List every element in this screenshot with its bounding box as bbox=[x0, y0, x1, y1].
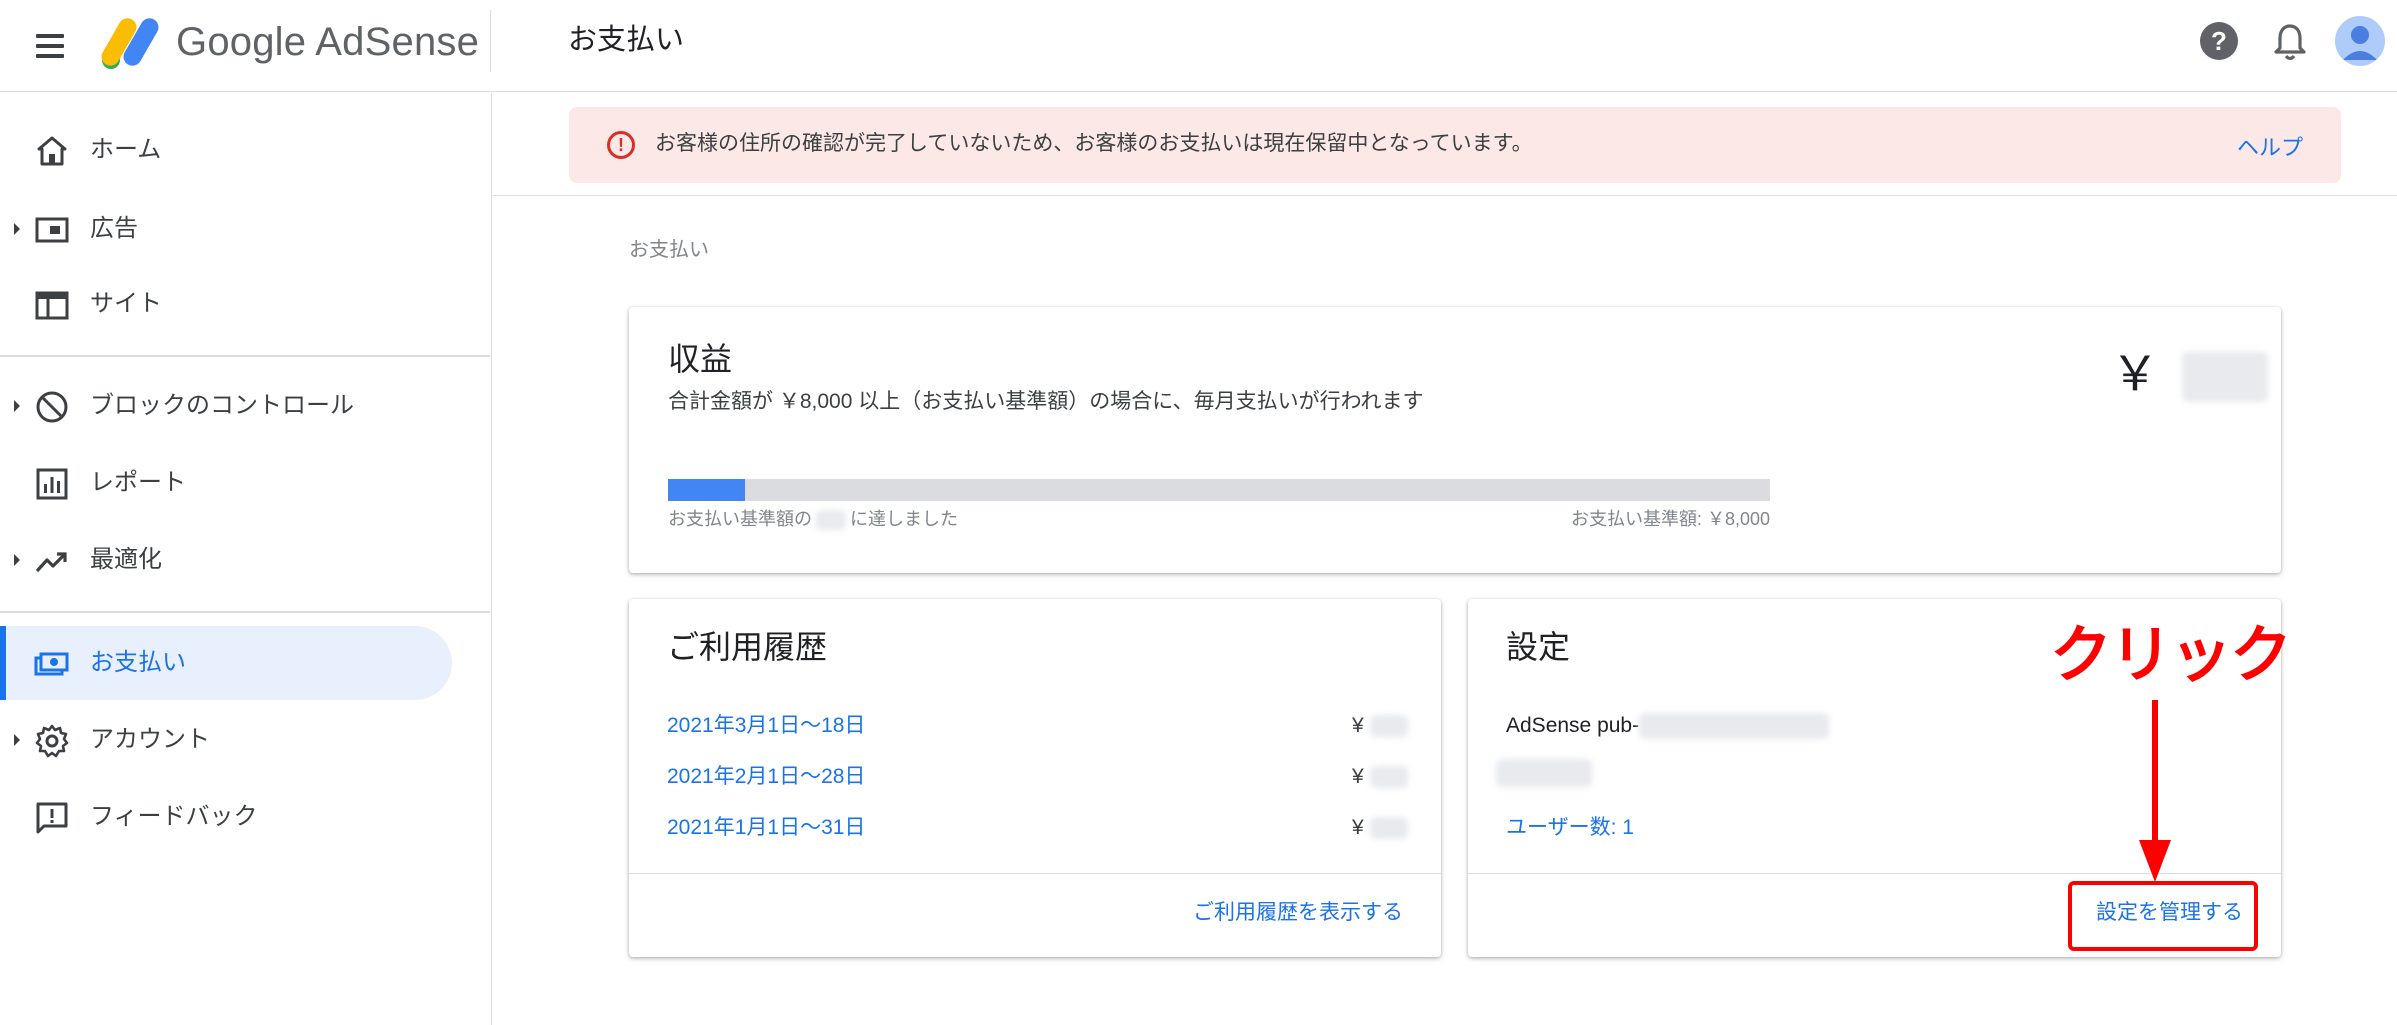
sidebar-item-optimization[interactable]: 最適化 bbox=[0, 523, 452, 597]
expand-caret-icon[interactable] bbox=[14, 400, 20, 412]
notifications-bell-icon[interactable] bbox=[2270, 20, 2310, 64]
history-row-amount: ¥ bbox=[1352, 762, 1408, 792]
sidebar-item-reports[interactable]: レポート bbox=[0, 446, 452, 520]
sidebar-item-label: ブロックのコントロール bbox=[90, 392, 354, 419]
progress-status-suffix: に達しました bbox=[850, 509, 958, 529]
avatar-person-icon bbox=[2335, 16, 2385, 66]
sidebar-item-label: お支払い bbox=[90, 649, 186, 676]
sidebar-item-label: サイト bbox=[90, 290, 162, 317]
history-title: ご利用履歴 bbox=[667, 629, 828, 665]
publisher-id: AdSense pub- bbox=[1506, 711, 1830, 741]
block-icon bbox=[36, 391, 68, 423]
progress-fill bbox=[668, 479, 746, 501]
redacted-amount bbox=[1369, 817, 1408, 840]
publisher-prefix: AdSense pub- bbox=[1506, 714, 1640, 737]
users-link[interactable]: ユーザー数: 1 bbox=[1506, 813, 1634, 843]
expand-caret-icon[interactable] bbox=[14, 734, 20, 746]
help-icon[interactable]: ? bbox=[2200, 22, 2238, 60]
menu-icon[interactable] bbox=[30, 24, 74, 68]
earnings-description: 合計金額が ￥8,000 以上（お支払い基準額）の場合に、毎月支払いが行われます bbox=[668, 390, 1424, 413]
annotation-arrow-icon bbox=[2139, 700, 2171, 882]
sidebar-item-label: レポート bbox=[90, 469, 186, 496]
expand-caret-icon[interactable] bbox=[14, 223, 20, 235]
redacted-amount bbox=[1369, 715, 1408, 738]
payment-hold-alert: ! お客様の住所の確認が完了していないため、お客様のお支払いは現在保留中となって… bbox=[569, 107, 2341, 183]
currency-symbol: ¥ bbox=[1352, 816, 1364, 839]
sidebar-divider bbox=[0, 355, 490, 357]
history-card: ご利用履歴 2021年3月1日～18日 ¥ 2021年2月1日～28日 ¥ 20… bbox=[629, 599, 1441, 957]
history-row-link[interactable]: 2021年1月1日～31日 bbox=[667, 813, 865, 843]
sidebar-item-feedback[interactable]: フィードバック bbox=[0, 780, 452, 854]
sidebar-divider bbox=[0, 611, 490, 613]
payments-icon bbox=[34, 652, 69, 676]
breadcrumb: お支払い bbox=[629, 239, 709, 261]
account-avatar[interactable] bbox=[2335, 16, 2385, 66]
history-row-link[interactable]: 2021年3月1日～18日 bbox=[667, 711, 865, 741]
redacted-amount bbox=[2182, 352, 2269, 403]
brand-name[interactable]: Google AdSense bbox=[176, 16, 479, 68]
history-row-link[interactable]: 2021年2月1日～28日 bbox=[667, 762, 865, 792]
error-icon: ! bbox=[607, 131, 635, 159]
gear-icon bbox=[35, 724, 69, 758]
view-history-link[interactable]: ご利用履歴を表示する bbox=[1193, 898, 1403, 928]
page-title: お支払い bbox=[568, 24, 685, 56]
sites-icon bbox=[35, 291, 69, 320]
sidebar-item-sites[interactable]: サイト bbox=[0, 267, 452, 341]
sidebar-item-label: アカウント bbox=[90, 726, 210, 753]
feedback-icon bbox=[36, 802, 68, 834]
sidebar-item-payments[interactable]: お支払い bbox=[0, 626, 452, 700]
card-divider bbox=[629, 873, 1441, 874]
sidebar-item-home[interactable]: ホーム bbox=[0, 113, 452, 187]
history-row-amount: ¥ bbox=[1352, 711, 1408, 741]
annotation-highlight-box bbox=[2068, 881, 2258, 951]
sidebar-item-label: ホーム bbox=[90, 136, 162, 163]
sidebar-item-label: フィードバック bbox=[90, 803, 258, 830]
earnings-amount: ￥ bbox=[2111, 345, 2269, 405]
currency-symbol: ￥ bbox=[2111, 348, 2160, 401]
adsense-logo-icon bbox=[101, 18, 159, 69]
progress-status-text: お支払い基準額の に達しました bbox=[668, 506, 958, 532]
redacted-account-name bbox=[1496, 759, 1592, 787]
earnings-title: 収益 bbox=[668, 341, 733, 377]
active-indicator bbox=[0, 626, 6, 700]
currency-symbol: ¥ bbox=[1352, 765, 1364, 788]
payment-threshold-progress bbox=[668, 479, 1770, 501]
header-divider bbox=[490, 10, 491, 72]
settings-title: 設定 bbox=[1506, 629, 1571, 665]
redacted-percent bbox=[816, 510, 846, 531]
sidebar-item-account[interactable]: アカウント bbox=[0, 703, 452, 777]
top-app-bar: Google AdSense お支払い ? bbox=[0, 0, 2397, 92]
sidebar-item-block-controls[interactable]: ブロックのコントロール bbox=[0, 369, 452, 443]
progress-status-prefix: お支払い基準額の bbox=[668, 509, 812, 529]
alert-divider bbox=[493, 195, 2397, 196]
click-annotation-text: クリック bbox=[2050, 621, 2292, 690]
sidebar-border bbox=[491, 93, 492, 1025]
alert-help-link[interactable]: ヘルプ bbox=[2237, 133, 2303, 163]
history-row-amount: ¥ bbox=[1352, 813, 1408, 843]
optimization-trending-icon bbox=[35, 552, 67, 573]
threshold-label: お支払い基準額: ￥8,000 bbox=[1570, 509, 1770, 529]
sidebar-item-label: 最適化 bbox=[90, 546, 162, 573]
home-icon bbox=[37, 136, 67, 166]
redacted-amount bbox=[1369, 766, 1408, 789]
earnings-card: 収益 合計金額が ￥8,000 以上（お支払い基準額）の場合に、毎月支払いが行わ… bbox=[629, 307, 2281, 573]
alert-message: お客様の住所の確認が完了していないため、お客様のお支払いは現在保留中となっていま… bbox=[655, 132, 1533, 155]
reports-icon bbox=[36, 468, 68, 500]
ads-icon bbox=[35, 217, 69, 243]
currency-symbol: ¥ bbox=[1352, 714, 1364, 737]
sidebar-item-label: 広告 bbox=[90, 215, 138, 242]
expand-caret-icon[interactable] bbox=[14, 554, 20, 566]
sidebar-item-ads[interactable]: 広告 bbox=[0, 192, 452, 266]
redacted-publisher-id bbox=[1639, 713, 1830, 740]
